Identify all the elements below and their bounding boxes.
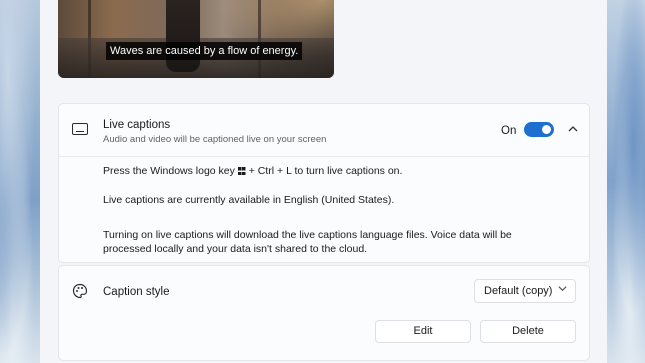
chevron-up-icon[interactable] bbox=[567, 124, 579, 136]
delete-button[interactable]: Delete bbox=[480, 320, 576, 343]
live-captions-title: Live captions bbox=[103, 119, 171, 131]
windows-logo-icon bbox=[237, 167, 246, 175]
live-captions-subtitle: Audio and video will be captioned live o… bbox=[103, 134, 327, 145]
live-captions-header[interactable]: Live captions Audio and video will be ca… bbox=[59, 104, 589, 157]
caption-style-title: Caption style bbox=[103, 286, 170, 298]
preview-caption-text: Waves are caused by a flow of energy. bbox=[106, 42, 303, 60]
palette-icon bbox=[72, 283, 88, 299]
chevron-down-icon bbox=[558, 284, 567, 295]
live-captions-card: Live captions Audio and video will be ca… bbox=[58, 103, 590, 263]
toggle-knob bbox=[542, 125, 551, 134]
shortcut-text-before: Press the Windows logo key bbox=[103, 165, 235, 177]
shortcut-instruction: Press the Windows logo key + Ctrl + L to… bbox=[103, 164, 402, 178]
download-note-line1: Turning on live captions will download t… bbox=[103, 229, 512, 241]
preview-person bbox=[166, 0, 200, 72]
desktop-wallpaper-left bbox=[0, 0, 40, 363]
live-captions-toggle[interactable] bbox=[524, 122, 554, 137]
edit-button[interactable]: Edit bbox=[375, 320, 471, 343]
availability-text: Live captions are currently available in… bbox=[103, 194, 395, 206]
toggle-state-label: On bbox=[501, 125, 517, 137]
captions-icon bbox=[72, 123, 88, 135]
shortcut-text-after: + Ctrl + L to turn live captions on. bbox=[248, 165, 403, 177]
desktop-wallpaper-right bbox=[607, 0, 645, 363]
caption-style-card: Caption style Default (copy) Edit Delete bbox=[58, 265, 590, 361]
download-note-line2: processed locally and your data isn't sh… bbox=[103, 243, 368, 255]
caption-style-selected: Default (copy) bbox=[484, 285, 553, 297]
caption-style-dropdown[interactable]: Default (copy) bbox=[474, 279, 576, 303]
settings-window: Waves are caused by a flow of energy. Li… bbox=[40, 0, 607, 363]
caption-preview-image: Waves are caused by a flow of energy. bbox=[58, 0, 334, 78]
